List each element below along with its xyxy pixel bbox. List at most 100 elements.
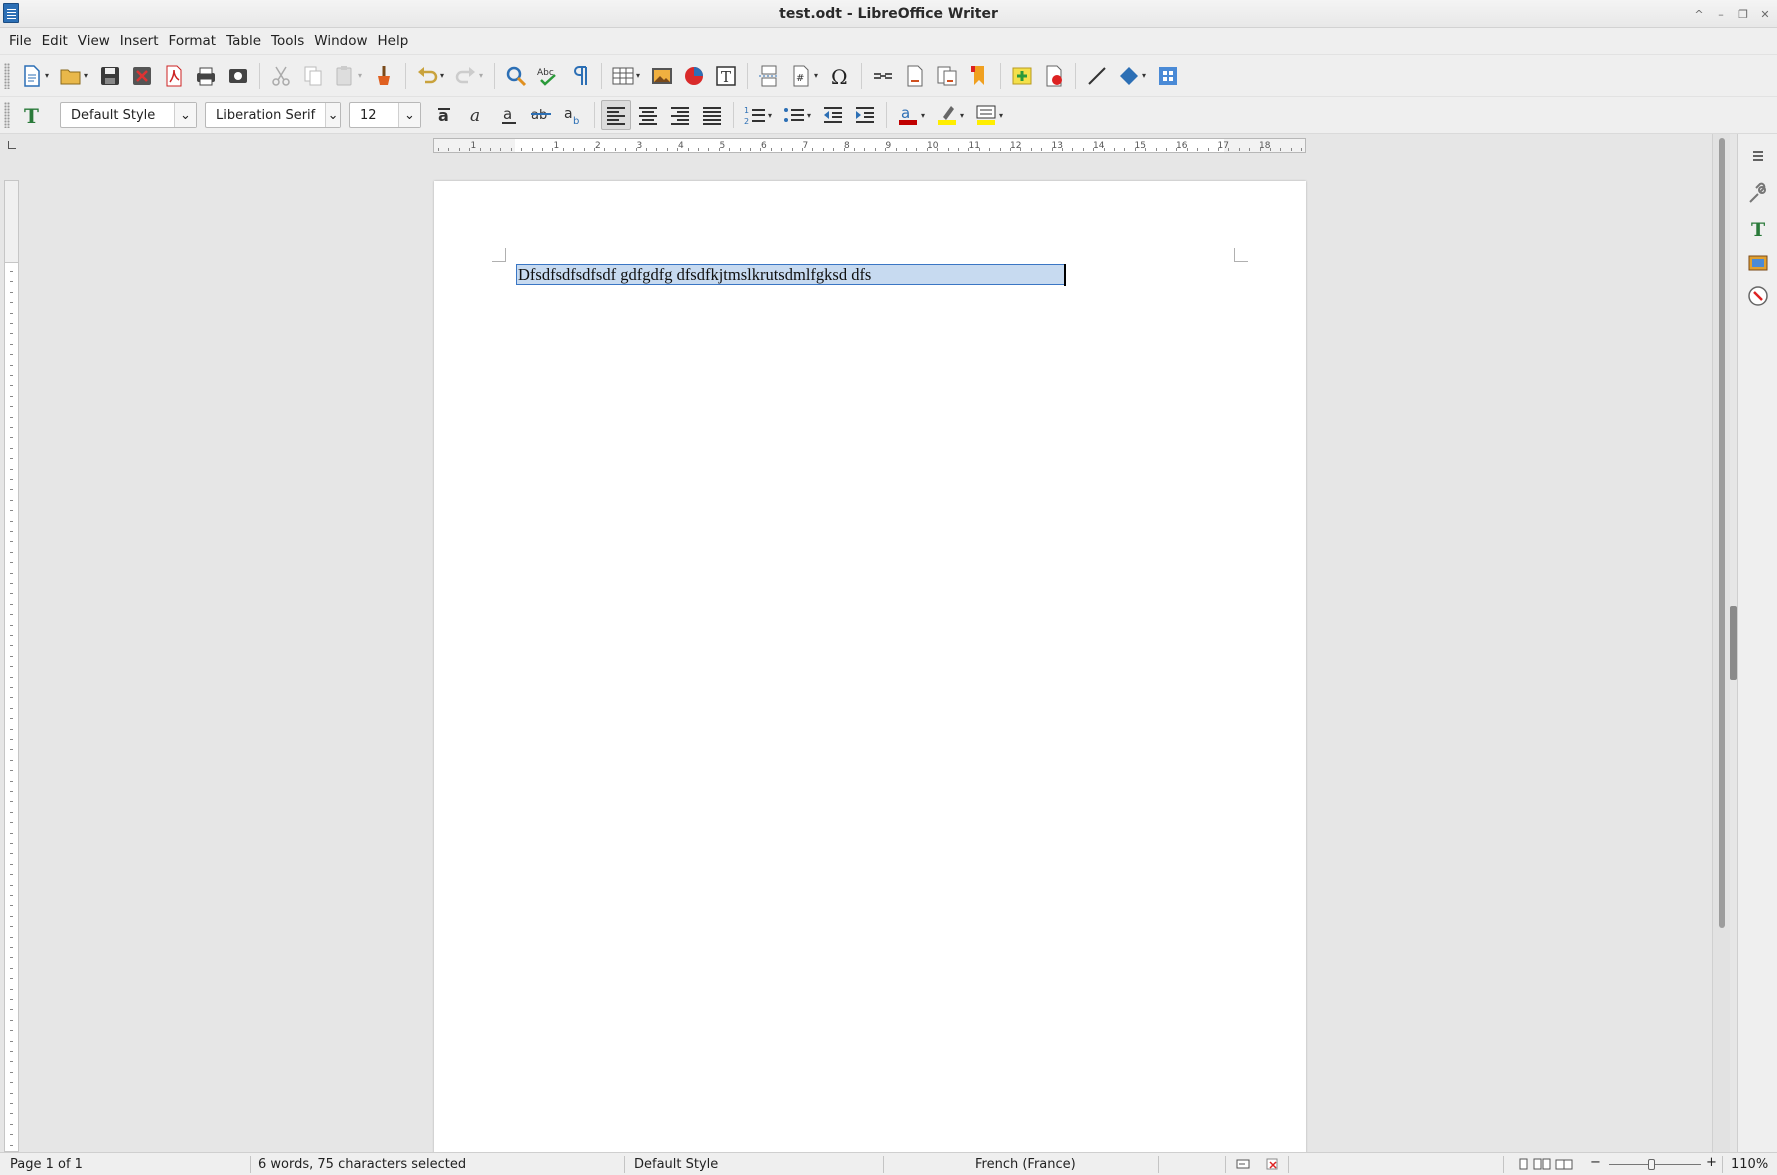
line-icon[interactable] bbox=[1082, 61, 1112, 91]
bold-icon[interactable]: a bbox=[430, 100, 460, 130]
chevron-down-icon[interactable]: ⌄ bbox=[174, 103, 196, 127]
menu-insert[interactable]: Insert bbox=[115, 30, 164, 52]
redo-icon[interactable] bbox=[451, 61, 481, 91]
align-center-icon[interactable] bbox=[633, 100, 663, 130]
save-icon[interactable] bbox=[95, 61, 125, 91]
menu-view[interactable]: View bbox=[73, 30, 115, 52]
document-page[interactable]: Dfsdfsdfsdfsdf gdfgdfg dfsdfkjtmslkrutsd… bbox=[434, 181, 1306, 1152]
sidebar-collapse-handle[interactable] bbox=[1730, 606, 1737, 680]
minimize-window-button[interactable]: – bbox=[1713, 6, 1729, 22]
chevron-down-icon[interactable]: ⌄ bbox=[325, 103, 340, 127]
insert-mode-icon[interactable] bbox=[1236, 1158, 1250, 1174]
insert-textbox-icon[interactable]: T bbox=[711, 61, 741, 91]
decrease-indent-icon[interactable] bbox=[818, 100, 848, 130]
clone-formatting-icon[interactable] bbox=[369, 61, 399, 91]
export-pdf-icon[interactable] bbox=[159, 61, 189, 91]
bookmark-icon[interactable] bbox=[964, 61, 994, 91]
insert-chart-icon[interactable] bbox=[679, 61, 709, 91]
horizontal-ruler[interactable]: 1 1 2 3 4 5 6 7 8 9 10 11 12 13 14 15 16 17 18 bbox=[433, 138, 1306, 153]
document-area[interactable]: Dfsdfsdfsdfsdf gdfgdfg dfsdfkjtmslkrutsd… bbox=[24, 156, 1712, 1152]
close-window-button[interactable]: ✕ bbox=[1757, 6, 1773, 22]
insert-image-icon[interactable] bbox=[647, 61, 677, 91]
save-as-icon[interactable] bbox=[127, 61, 157, 91]
field-icon[interactable]: # bbox=[786, 61, 816, 91]
formatting-marks-icon[interactable] bbox=[565, 61, 595, 91]
document-modified-icon[interactable] bbox=[1266, 1158, 1280, 1174]
paragraph-style-select[interactable]: Default Style ⌄ bbox=[60, 102, 197, 128]
book-view-icon[interactable] bbox=[1555, 1158, 1573, 1174]
paste-icon[interactable] bbox=[330, 61, 360, 91]
menu-format[interactable]: Format bbox=[164, 30, 222, 52]
toolbar-grip[interactable] bbox=[4, 62, 10, 89]
scrollbar-thumb[interactable] bbox=[1719, 138, 1725, 928]
print-preview-icon[interactable] bbox=[223, 61, 253, 91]
menu-table[interactable]: Table bbox=[221, 30, 266, 52]
align-right-icon[interactable] bbox=[665, 100, 695, 130]
menu-file[interactable]: File bbox=[4, 30, 37, 52]
word-count[interactable]: 6 words, 75 characters selected bbox=[258, 1157, 466, 1172]
styles-sidebar-icon[interactable]: T bbox=[1744, 214, 1772, 242]
document-text[interactable]: Dfsdfsdfsdfsdf gdfgdfg dfsdfkjtmslkrutsd… bbox=[518, 265, 871, 285]
copy-icon[interactable] bbox=[298, 61, 328, 91]
justify-icon[interactable] bbox=[697, 100, 727, 130]
chevron-down-icon[interactable]: ⌄ bbox=[398, 103, 420, 127]
styles-icon[interactable]: T bbox=[17, 100, 47, 130]
ruler-mark bbox=[10, 291, 13, 293]
zoom-level[interactable]: 110% bbox=[1731, 1157, 1768, 1172]
undo-icon[interactable] bbox=[412, 61, 442, 91]
properties-icon[interactable] bbox=[1744, 180, 1772, 208]
vertical-ruler[interactable] bbox=[4, 180, 19, 1152]
zoom-slider-knob[interactable] bbox=[1648, 1159, 1655, 1170]
page-style[interactable]: Default Style bbox=[634, 1157, 718, 1172]
open-icon[interactable] bbox=[56, 61, 86, 91]
maximize-window-button[interactable]: ❐ bbox=[1735, 6, 1751, 22]
menu-tools[interactable]: Tools bbox=[266, 30, 309, 52]
zoom-out-button[interactable]: − bbox=[1590, 1155, 1601, 1170]
comment-icon[interactable] bbox=[1007, 61, 1037, 91]
svg-text:T: T bbox=[1751, 219, 1765, 240]
find-replace-icon[interactable] bbox=[501, 61, 531, 91]
track-changes-icon[interactable] bbox=[1039, 61, 1069, 91]
font-size-select[interactable]: 12 ⌄ bbox=[349, 102, 421, 128]
gallery-icon[interactable] bbox=[1744, 248, 1772, 276]
menu-edit[interactable]: Edit bbox=[37, 30, 73, 52]
toolbar-grip[interactable] bbox=[4, 102, 10, 128]
multi-page-view-icon[interactable] bbox=[1533, 1158, 1551, 1174]
highlight-icon[interactable] bbox=[932, 100, 962, 130]
increase-indent-icon[interactable] bbox=[850, 100, 880, 130]
shadow-icon[interactable]: ab bbox=[558, 100, 588, 130]
spelling-icon[interactable]: Abc bbox=[533, 61, 563, 91]
italic-icon[interactable]: a bbox=[462, 100, 492, 130]
bullet-list-icon[interactable] bbox=[779, 100, 809, 130]
endnote-icon[interactable] bbox=[932, 61, 962, 91]
numbered-list-icon[interactable]: 12 bbox=[740, 100, 770, 130]
shade-window-button[interactable]: ^ bbox=[1691, 6, 1707, 22]
sidebar-menu-icon[interactable] bbox=[1744, 142, 1772, 170]
underline-icon[interactable]: a bbox=[494, 100, 524, 130]
hyperlink-icon[interactable] bbox=[868, 61, 898, 91]
print-icon[interactable] bbox=[191, 61, 221, 91]
page-break-icon[interactable] bbox=[754, 61, 784, 91]
insert-table-icon[interactable] bbox=[608, 61, 638, 91]
navigator-icon[interactable] bbox=[1744, 282, 1772, 310]
page-count[interactable]: Page 1 of 1 bbox=[10, 1157, 83, 1172]
special-character-icon[interactable]: Ω bbox=[825, 61, 855, 91]
single-page-view-icon[interactable] bbox=[1517, 1158, 1529, 1174]
font-color-icon[interactable]: a bbox=[893, 100, 923, 130]
cut-icon[interactable] bbox=[266, 61, 296, 91]
new-icon[interactable] bbox=[17, 61, 47, 91]
draw-functions-icon[interactable] bbox=[1153, 61, 1183, 91]
font-name-select[interactable]: Liberation Serif ⌄ bbox=[205, 102, 341, 128]
strikethrough-icon[interactable]: ab bbox=[526, 100, 556, 130]
align-left-icon[interactable] bbox=[601, 100, 631, 130]
shapes-icon[interactable] bbox=[1114, 61, 1144, 91]
footnote-icon[interactable] bbox=[900, 61, 930, 91]
language[interactable]: French (France) bbox=[975, 1157, 1076, 1172]
paragraph-background-icon[interactable] bbox=[971, 100, 1001, 130]
menu-window[interactable]: Window bbox=[309, 30, 372, 52]
zoom-slider[interactable] bbox=[1609, 1164, 1701, 1165]
vertical-scrollbar[interactable] bbox=[1712, 134, 1730, 1152]
zoom-in-button[interactable]: + bbox=[1706, 1155, 1717, 1170]
ruler-mark bbox=[10, 801, 13, 803]
menu-help[interactable]: Help bbox=[373, 30, 414, 52]
